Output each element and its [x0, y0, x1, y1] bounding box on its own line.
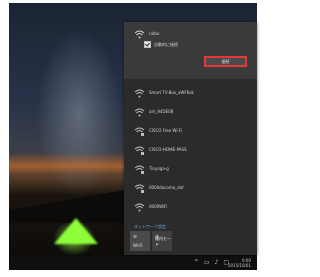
network-name: Tinyoga-g [149, 166, 169, 171]
network-flyout: rulbo 自動的に接続 接続 Smart TV-Box_xWFKok ark_… [124, 22, 257, 255]
wifi-icon [134, 89, 145, 98]
network-name: Smart TV-Box_xWFKok [149, 90, 194, 95]
auto-connect-label: 自動的に接続 [154, 41, 178, 47]
glowing-tent [54, 218, 98, 244]
network-item[interactable]: CISCO-HOME-PASS [124, 141, 257, 159]
clock[interactable]: 0:00 2015/10/01 [228, 258, 251, 268]
taskbar: ^ ▭ ♪ ▢ 0:00 2015/10/01 [9, 256, 257, 270]
chevron-up-icon[interactable]: ^ [194, 259, 199, 266]
network-name: CISCO-HOME-PASS [149, 147, 187, 152]
network-icon[interactable]: ▭ [204, 259, 210, 266]
wifi-icon [134, 108, 145, 117]
network-item-connected[interactable]: rulbo 自動的に接続 接続 [124, 22, 257, 79]
network-item[interactable]: CISCO Free Wi-Fi [124, 122, 257, 140]
network-name: rulbo [149, 31, 160, 36]
network-item[interactable]: Smart TV-Box_xWFKok [124, 84, 257, 102]
wifi-secured-icon [134, 146, 145, 155]
wifi-secured-icon [134, 165, 145, 174]
network-item[interactable]: ark_94DE08 [124, 103, 257, 121]
network-name: ark_94DE08 [149, 109, 174, 114]
quick-action-tiles: ≋ Wi-Fi ✈ 機内モード [130, 231, 172, 251]
network-settings-link[interactable]: ネットワーク設定 [134, 224, 166, 230]
wifi-tile-label: Wi-Fi [133, 243, 143, 248]
auto-connect-checkbox[interactable] [144, 41, 151, 48]
auto-connect-row[interactable]: 自動的に接続 [144, 41, 178, 48]
network-name: 0000WiFi [149, 204, 168, 209]
network-item[interactable]: 0000WiFi [124, 198, 257, 216]
wifi-icon [134, 30, 145, 39]
system-tray: ^ ▭ ♪ ▢ [194, 259, 229, 266]
airplane-mode-tile[interactable]: ✈ 機内モード [152, 231, 172, 251]
wifi-secured-icon [134, 184, 145, 193]
clock-date: 2015/10/01 [227, 263, 251, 268]
network-name: CISCO Free Wi-Fi [149, 128, 183, 133]
airplane-tile-label: 機内モード [155, 236, 171, 247]
wifi-tile-icon: ≋ [133, 234, 138, 240]
network-item[interactable]: Tinyoga-g [124, 160, 257, 178]
wifi-tile[interactable]: ≋ Wi-Fi [130, 231, 150, 251]
connect-button[interactable]: 接続 [204, 56, 247, 67]
volume-icon[interactable]: ♪ [214, 259, 218, 266]
network-item[interactable]: 0000docomo_dot [124, 179, 257, 197]
wifi-secured-icon [134, 127, 145, 136]
network-name: 0000docomo_dot [149, 185, 184, 190]
wifi-icon [134, 203, 145, 212]
